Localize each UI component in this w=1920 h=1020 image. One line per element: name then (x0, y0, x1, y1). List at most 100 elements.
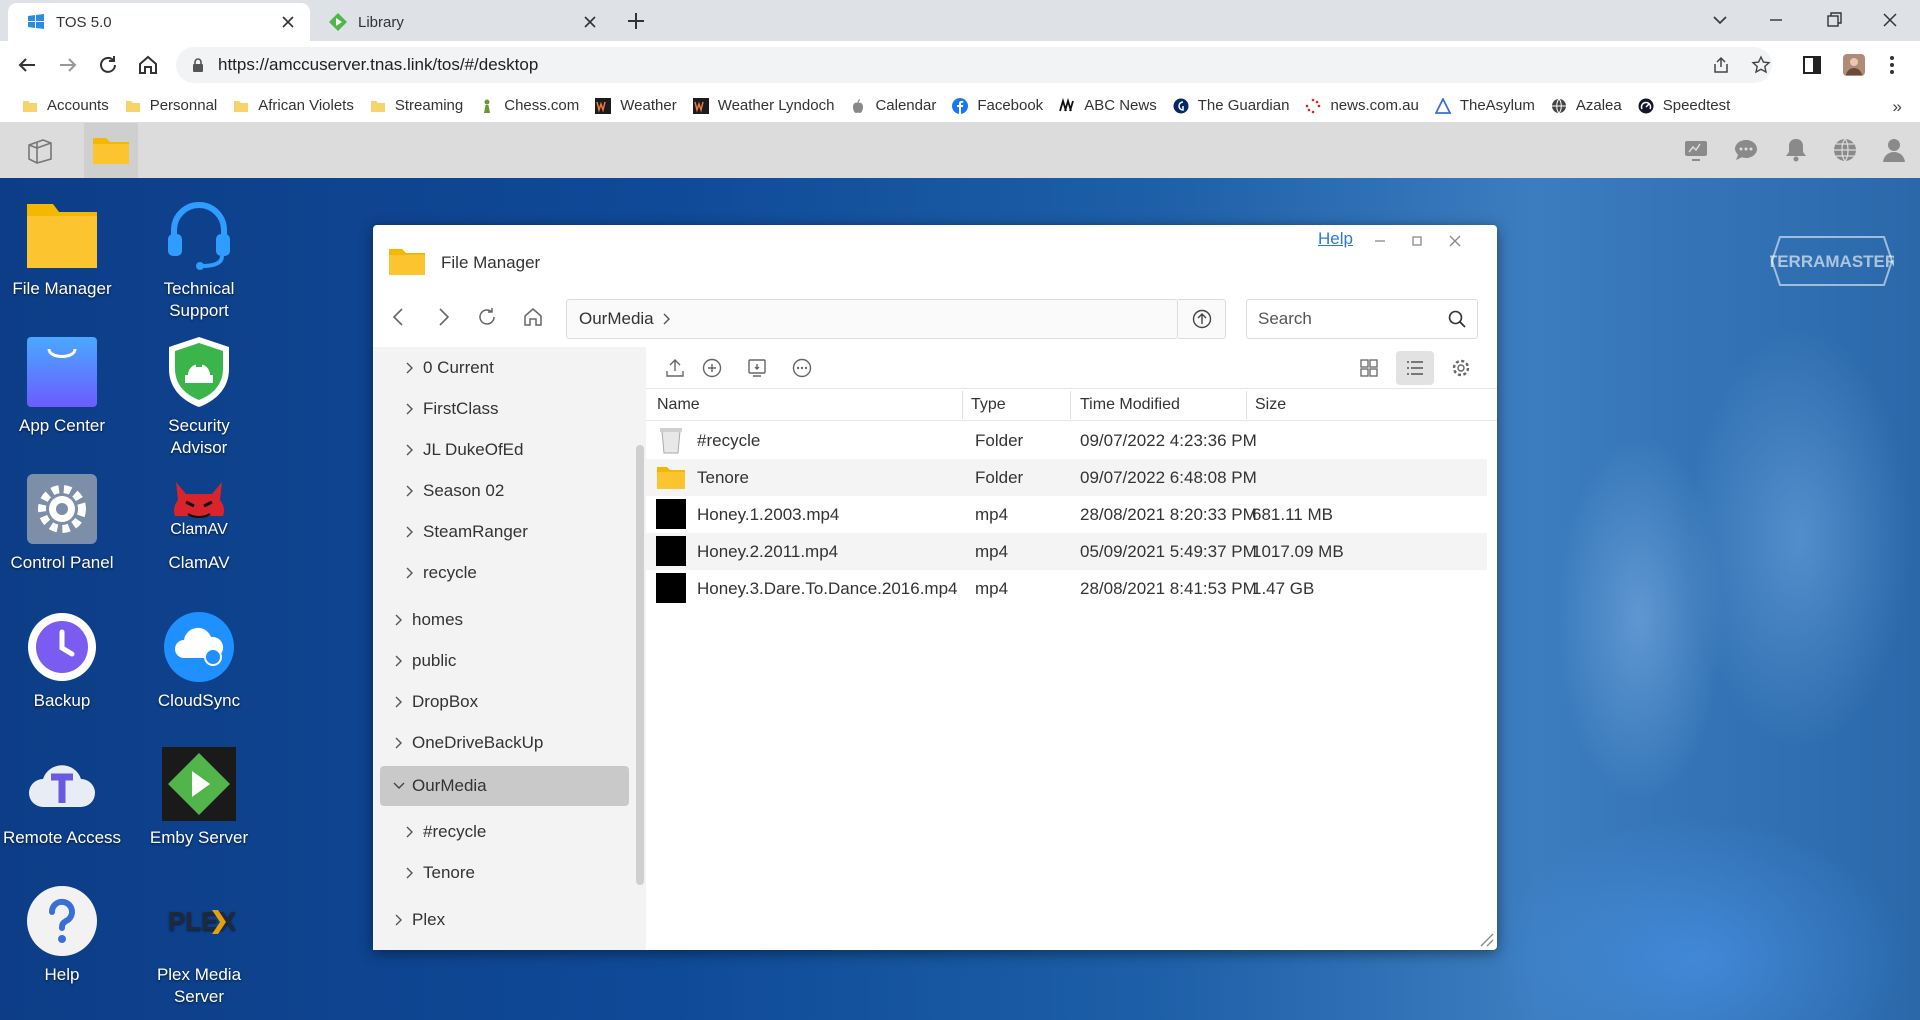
minimize-icon[interactable] (1762, 6, 1790, 34)
side-panel-icon[interactable] (1800, 53, 1824, 77)
tree-item-onedrivebackup[interactable]: OneDriveBackUp (373, 724, 629, 762)
tree-item-recycle[interactable]: recycle (373, 554, 629, 592)
bookmark-weather[interactable]: Weather (595, 97, 677, 114)
chevron-right-icon[interactable] (403, 525, 417, 539)
tab-library[interactable]: Library (310, 3, 612, 41)
bookmark-abc-news[interactable]: ABC News (1059, 97, 1157, 114)
desktop-icon-help[interactable]: Help (0, 884, 131, 986)
tree-item-dropbox[interactable]: DropBox (373, 683, 629, 721)
bookmark-weather-lyndoch[interactable]: Weather Lyndoch (692, 97, 834, 114)
window-title-bar[interactable]: File Manager Help (373, 225, 1497, 289)
breadcrumb[interactable]: OurMedia (566, 299, 1178, 339)
help-link[interactable]: Help (1318, 229, 1353, 249)
desktop-icon-security-advisor[interactable]: Security Advisor (130, 335, 268, 459)
close-icon[interactable] (1448, 234, 1462, 248)
desktop-icon-app-center[interactable]: App Center (0, 335, 131, 437)
settings-gear-icon[interactable] (1450, 357, 1472, 379)
profile-avatar-icon[interactable] (1842, 53, 1866, 77)
upload-icon[interactable] (664, 357, 686, 379)
table-row[interactable]: Honey.1.2003.mp4 mp4 28/08/2021 8:20:33 … (646, 496, 1487, 533)
desktop-icon-backup[interactable]: Backup (0, 610, 131, 712)
chevron-right-icon[interactable] (403, 825, 417, 839)
minimize-icon[interactable] (1373, 234, 1387, 248)
column-divider[interactable] (1070, 391, 1071, 419)
desktop-icon-emby-server[interactable]: Emby Server (130, 747, 268, 849)
tree-item-firstclass[interactable]: FirstClass (373, 390, 629, 428)
column-type[interactable]: Type (971, 396, 1006, 414)
chevron-right-icon[interactable] (392, 613, 406, 627)
star-icon[interactable] (1751, 55, 1771, 75)
parent-directory-button[interactable] (1178, 299, 1226, 339)
column-name[interactable]: Name (657, 396, 700, 414)
tree-item-public[interactable]: public (373, 642, 629, 680)
more-options-icon[interactable] (791, 357, 813, 379)
sidebar-scrollbar[interactable] (636, 445, 644, 885)
chevron-right-icon[interactable] (392, 913, 406, 927)
list-view-button[interactable] (1396, 351, 1434, 385)
home-icon[interactable] (522, 306, 544, 328)
forward-icon[interactable] (56, 53, 80, 77)
language-globe-icon[interactable] (1832, 137, 1858, 163)
tree-item-0-current[interactable]: 0 Current (373, 349, 629, 387)
tree-item-steamranger[interactable]: SteamRanger (373, 513, 629, 551)
reload-icon[interactable] (96, 53, 120, 77)
bookmarks-overflow-button[interactable]: » (1893, 97, 1902, 117)
table-row[interactable]: Honey.2.2011.mp4 mp4 05/09/2021 5:49:37 … (646, 533, 1487, 570)
tree-item-tenore[interactable]: Tenore (373, 854, 629, 892)
bookmark-guardian[interactable]: The Guardian (1173, 97, 1289, 114)
bookmark-theasylum[interactable]: TheAsylum (1434, 97, 1535, 114)
chevron-right-icon[interactable] (403, 566, 417, 580)
tree-item-ourmedia-recycle[interactable]: #recycle (373, 813, 629, 851)
share-icon[interactable] (1711, 55, 1731, 75)
column-time-modified[interactable]: Time Modified (1080, 396, 1180, 414)
breadcrumb-item[interactable]: OurMedia (579, 309, 654, 329)
new-tab-icon[interactable] (625, 10, 647, 32)
user-account-icon[interactable] (1881, 137, 1907, 163)
column-divider[interactable] (962, 391, 963, 419)
close-tab-icon[interactable] (278, 12, 298, 32)
url-bar[interactable]: https://amccuserver.tnas.link/tos/#/desk… (176, 47, 1772, 83)
search-icon[interactable] (1447, 309, 1467, 329)
chevron-right-icon[interactable] (403, 402, 417, 416)
desktop-icon-plex-media-server[interactable]: PLEX Plex Media Server (130, 884, 268, 1008)
menu-kebab-icon[interactable] (1880, 53, 1904, 77)
desktop-icon-cloudsync[interactable]: CloudSync (130, 610, 268, 712)
forward-icon[interactable] (432, 306, 454, 328)
tree-item-season-02[interactable]: Season 02 (373, 472, 629, 510)
maximize-icon[interactable] (1410, 234, 1424, 248)
bookmark-news-com-au[interactable]: news.com.au (1305, 97, 1419, 114)
notifications-bell-icon[interactable] (1783, 137, 1809, 163)
table-row[interactable]: #recycle Folder 09/07/2022 4:23:36 PM (646, 422, 1487, 459)
chevron-right-icon[interactable] (403, 484, 417, 498)
bookmark-speedtest[interactable]: Speedtest (1638, 97, 1730, 114)
bookmark-african-violets[interactable]: African Violets (233, 97, 354, 114)
desktop-icon-file-manager[interactable]: File Manager (0, 198, 131, 300)
table-row[interactable]: Tenore Folder 09/07/2022 6:48:08 PM (646, 459, 1487, 496)
bookmark-calendar[interactable]: Calendar (850, 97, 936, 114)
chevron-down-icon[interactable] (392, 779, 406, 793)
bookmark-accounts[interactable]: Accounts (22, 97, 109, 114)
bookmark-facebook[interactable]: Facebook (952, 97, 1043, 114)
grid-view-icon[interactable] (1358, 357, 1380, 379)
tree-item-ourmedia[interactable]: OurMedia (380, 766, 629, 806)
remote-mount-icon[interactable] (746, 357, 768, 379)
chat-icon[interactable] (1733, 137, 1759, 163)
bookmark-streaming[interactable]: Streaming (370, 97, 463, 114)
chevron-right-icon[interactable] (403, 443, 417, 457)
show-desktop-icon[interactable] (26, 137, 54, 165)
taskbar-file-manager-button[interactable] (84, 123, 138, 178)
bookmark-chess[interactable]: Chess.com (479, 97, 579, 114)
search-input[interactable]: Search (1246, 299, 1478, 339)
tree-item-jl-dukeofed[interactable]: JL DukeOfEd (373, 431, 629, 469)
close-window-icon[interactable] (1876, 6, 1904, 34)
back-icon[interactable] (15, 53, 39, 77)
back-icon[interactable] (388, 306, 410, 328)
table-row[interactable]: Honey.3.Dare.To.Dance.2016.mp4 mp4 28/08… (646, 570, 1487, 607)
desktop-icon-technical-support[interactable]: Technical Support (130, 198, 268, 322)
tree-item-homes[interactable]: homes (373, 601, 629, 639)
desktop-icon-clamav[interactable]: ClamAV ClamAV (130, 472, 268, 574)
restore-icon[interactable] (1820, 6, 1848, 34)
chevron-right-icon[interactable] (392, 695, 406, 709)
bookmark-personnal[interactable]: Personnal (125, 97, 217, 114)
desktop-icon-control-panel[interactable]: Control Panel (0, 472, 131, 574)
